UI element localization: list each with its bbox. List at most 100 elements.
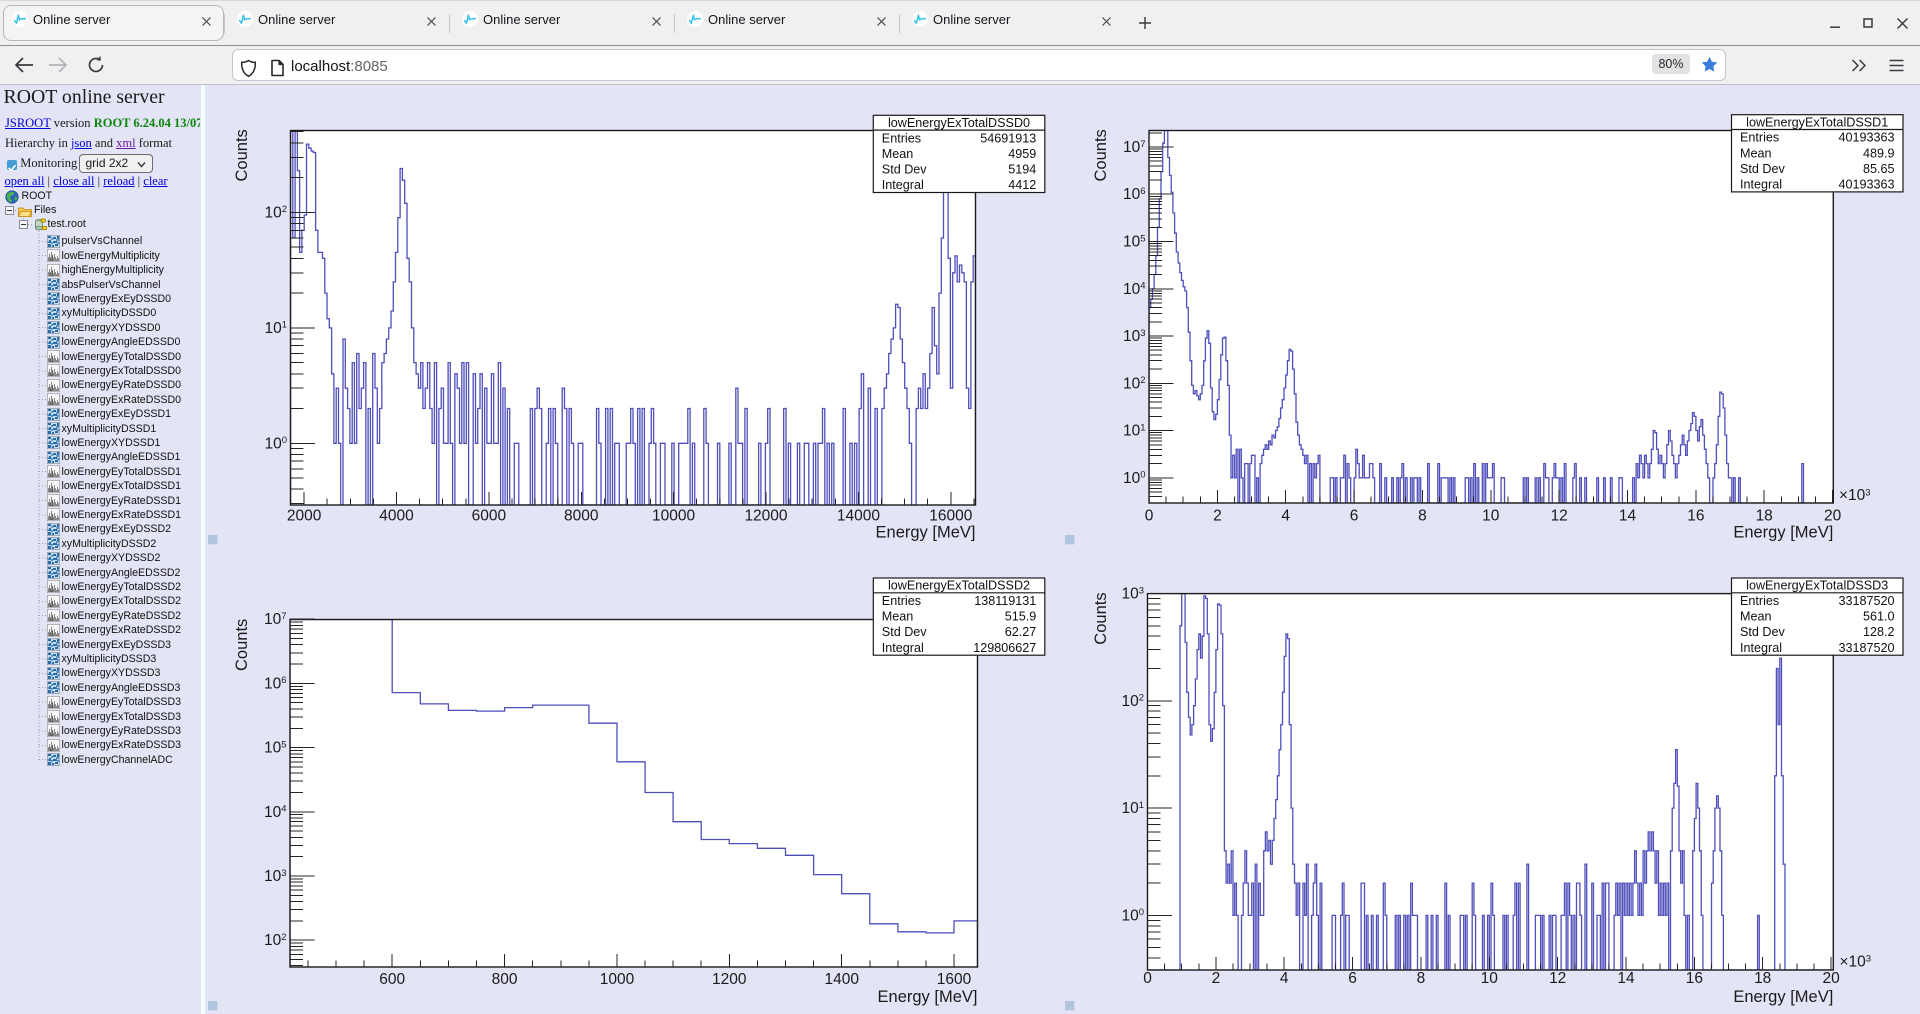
svg-text:138119131: 138119131 — [974, 594, 1036, 608]
svg-text:515.9: 515.9 — [1005, 610, 1037, 624]
svg-text:2000: 2000 — [287, 508, 322, 525]
svg-text:12: 12 — [1549, 970, 1566, 987]
svg-text:×103: ×103 — [1840, 954, 1872, 971]
svg-text:10: 10 — [1482, 508, 1500, 525]
svg-text:4000: 4000 — [379, 508, 414, 525]
svg-text:Mean: Mean — [882, 610, 914, 624]
svg-text:16000: 16000 — [929, 508, 972, 525]
svg-text:105: 105 — [1123, 233, 1146, 250]
svg-text:40193363: 40193363 — [1838, 131, 1894, 145]
svg-text:101: 101 — [264, 320, 287, 337]
svg-text:103: 103 — [1123, 328, 1146, 345]
svg-text:lowEnergyExTotalDSSD1: lowEnergyExTotalDSSD1 — [1746, 115, 1888, 129]
svg-text:lowEnergyExTotalDSSD0: lowEnergyExTotalDSSD0 — [888, 116, 1030, 130]
svg-text:Integral: Integral — [1740, 641, 1782, 655]
svg-text:100: 100 — [1121, 907, 1144, 924]
svg-text:85.65: 85.65 — [1863, 162, 1895, 176]
svg-text:129806627: 129806627 — [973, 641, 1036, 655]
svg-text:Counts: Counts — [1092, 592, 1110, 644]
svg-text:4: 4 — [1281, 508, 1290, 525]
svg-text:4: 4 — [1280, 970, 1289, 987]
svg-text:8000: 8000 — [564, 508, 599, 525]
svg-text:62.27: 62.27 — [1005, 625, 1037, 639]
svg-text:33187520: 33187520 — [1838, 641, 1894, 655]
svg-text:Integral: Integral — [882, 641, 924, 655]
svg-text:12000: 12000 — [744, 508, 787, 525]
svg-text:Mean: Mean — [882, 147, 914, 161]
svg-text:18: 18 — [1754, 970, 1771, 987]
svg-text:102: 102 — [264, 932, 287, 949]
svg-text:101: 101 — [1123, 422, 1146, 439]
svg-text:102: 102 — [1121, 693, 1144, 710]
svg-text:Mean: Mean — [1740, 610, 1772, 624]
svg-text:54691913: 54691913 — [980, 131, 1036, 145]
svg-text:106: 106 — [1123, 186, 1146, 203]
svg-text:600: 600 — [379, 971, 405, 988]
svg-text:0: 0 — [1145, 508, 1154, 525]
svg-text:100: 100 — [1123, 470, 1146, 487]
svg-text:0: 0 — [1143, 970, 1152, 987]
svg-text:Mean: Mean — [1740, 146, 1772, 160]
svg-text:20: 20 — [1822, 970, 1840, 987]
svg-text:Entries: Entries — [882, 594, 921, 608]
svg-text:lowEnergyExTotalDSSD3: lowEnergyExTotalDSSD3 — [1746, 579, 1888, 593]
svg-text:102: 102 — [264, 204, 287, 221]
svg-text:103: 103 — [1121, 585, 1144, 602]
svg-text:Counts: Counts — [233, 129, 251, 181]
svg-text:14: 14 — [1619, 508, 1637, 525]
svg-text:14: 14 — [1617, 970, 1635, 987]
svg-text:Entries: Entries — [882, 131, 921, 145]
svg-text:Std Dev: Std Dev — [882, 625, 928, 639]
svg-text:104: 104 — [264, 804, 287, 821]
svg-text:Energy [MeV]: Energy [MeV] — [1733, 523, 1833, 541]
svg-text:800: 800 — [492, 971, 518, 988]
svg-text:1400: 1400 — [824, 971, 859, 988]
svg-text:128.2: 128.2 — [1863, 625, 1895, 639]
svg-text:2: 2 — [1212, 970, 1221, 987]
svg-text:Std Dev: Std Dev — [1740, 162, 1786, 176]
svg-text:10000: 10000 — [652, 508, 695, 525]
svg-text:5194: 5194 — [1008, 163, 1036, 177]
svg-text:102: 102 — [1123, 375, 1146, 392]
svg-text:1000: 1000 — [600, 971, 635, 988]
svg-text:Std Dev: Std Dev — [1740, 625, 1786, 639]
svg-text:8: 8 — [1417, 970, 1426, 987]
svg-text:489.9: 489.9 — [1863, 146, 1895, 160]
svg-text:20: 20 — [1824, 508, 1842, 525]
svg-text:14000: 14000 — [837, 508, 880, 525]
svg-text:105: 105 — [264, 739, 287, 756]
svg-text:Energy [MeV]: Energy [MeV] — [1733, 988, 1833, 1006]
svg-text:lowEnergyExTotalDSSD2: lowEnergyExTotalDSSD2 — [888, 579, 1030, 593]
svg-text:4959: 4959 — [1008, 147, 1036, 161]
svg-text:Std Dev: Std Dev — [882, 163, 928, 177]
svg-text:6: 6 — [1348, 970, 1357, 987]
svg-text:101: 101 — [1121, 800, 1144, 817]
svg-text:Integral: Integral — [1740, 178, 1782, 192]
svg-text:12: 12 — [1551, 508, 1568, 525]
svg-text:Counts: Counts — [1092, 129, 1110, 181]
svg-text:40193363: 40193363 — [1838, 178, 1894, 192]
svg-text:Entries: Entries — [1740, 131, 1779, 145]
svg-text:4412: 4412 — [1008, 178, 1036, 192]
svg-text:107: 107 — [264, 611, 287, 628]
svg-text:Energy [MeV]: Energy [MeV] — [878, 988, 978, 1006]
svg-text:10: 10 — [1481, 970, 1499, 987]
svg-text:6: 6 — [1350, 508, 1359, 525]
svg-text:8: 8 — [1418, 508, 1427, 525]
svg-text:Counts: Counts — [233, 619, 251, 671]
svg-text:Entries: Entries — [1740, 594, 1779, 608]
svg-text:Energy [MeV]: Energy [MeV] — [876, 523, 976, 541]
svg-text:×103: ×103 — [1839, 487, 1871, 504]
svg-text:106: 106 — [264, 675, 287, 692]
svg-text:Integral: Integral — [882, 178, 924, 192]
svg-text:18: 18 — [1756, 508, 1773, 525]
svg-text:2: 2 — [1213, 508, 1222, 525]
svg-text:103: 103 — [264, 868, 287, 885]
svg-text:1200: 1200 — [712, 971, 747, 988]
svg-text:104: 104 — [1123, 281, 1146, 298]
svg-text:561.0: 561.0 — [1863, 610, 1895, 624]
svg-text:16: 16 — [1686, 970, 1703, 987]
svg-text:107: 107 — [1123, 139, 1146, 156]
svg-text:100: 100 — [264, 435, 287, 452]
svg-text:16: 16 — [1687, 508, 1704, 525]
